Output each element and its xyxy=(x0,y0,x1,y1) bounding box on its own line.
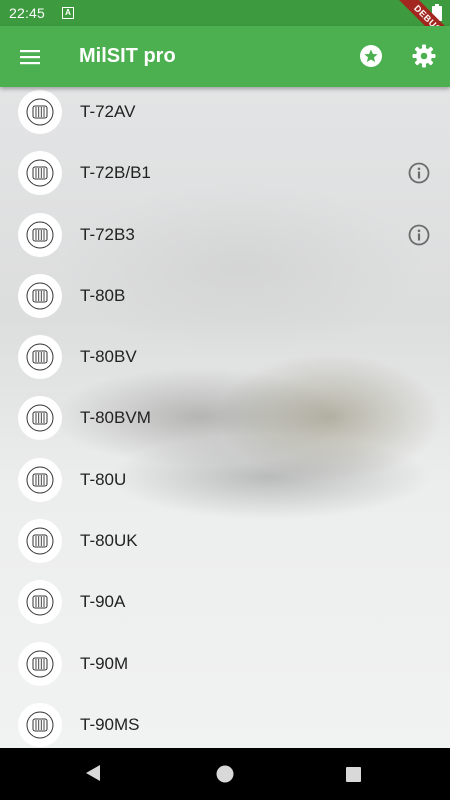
vehicle-avatar xyxy=(18,396,62,441)
list-item-label: T-90M xyxy=(80,653,129,673)
menu-icon[interactable] xyxy=(18,45,42,69)
vehicle-symbol-icon xyxy=(26,282,54,310)
list-item-t-90m[interactable]: T-90M xyxy=(0,634,450,695)
system-nav-bar xyxy=(0,748,450,800)
list-item-t-80bvm[interactable]: T-80BVM xyxy=(0,388,450,449)
vehicle-symbol-icon xyxy=(26,98,54,126)
vehicle-symbol-icon xyxy=(26,343,54,371)
vehicle-avatar xyxy=(18,151,62,196)
list-item-label: T-72AV xyxy=(80,102,136,121)
notification-icon: A xyxy=(62,7,74,19)
star-icon[interactable] xyxy=(359,44,383,68)
info-icon[interactable] xyxy=(408,224,430,246)
list-item-t-80b[interactable]: T-80B xyxy=(0,266,450,327)
list-item-label: T-72B/B1 xyxy=(80,163,151,183)
list-item-t-90ms[interactable]: T-90MS xyxy=(0,695,450,748)
info-icon[interactable] xyxy=(408,162,430,184)
list-item-t-80bv[interactable]: T-80BV xyxy=(0,327,450,388)
vehicle-avatar xyxy=(18,457,62,502)
list-item-t-72b3[interactable]: T-72B3 xyxy=(0,205,450,266)
status-time: 22:45 xyxy=(9,5,46,21)
list-item-label: T-90A xyxy=(80,592,126,612)
vehicle-symbol-icon xyxy=(26,650,54,678)
list-item-label: T-80UK xyxy=(80,531,138,551)
vehicle-symbol-icon xyxy=(26,466,54,494)
vehicle-avatar xyxy=(18,580,62,625)
list-item-label: T-72B3 xyxy=(80,224,135,244)
list-item-label: T-80BVM xyxy=(80,408,151,428)
list-item-t-80u[interactable]: T-80U xyxy=(0,450,450,511)
vehicle-symbol-icon xyxy=(26,527,54,555)
back-icon[interactable] xyxy=(84,764,102,782)
vehicle-avatar xyxy=(18,90,62,134)
list-item-label: T-80B xyxy=(80,285,126,305)
vehicle-symbol-icon xyxy=(26,159,54,187)
vehicle-avatar xyxy=(18,702,62,747)
status-bar: 22:45 A DEBUG xyxy=(0,0,450,57)
app-bar: MilSIT pro xyxy=(0,26,450,87)
vehicle-list-panel: T-72AV T-72B/B1 T-72B3 T-80B T-80BV T-80… xyxy=(0,87,450,748)
app-title: MilSIT pro xyxy=(79,45,176,67)
list-item-t-80uk[interactable]: T-80UK xyxy=(0,511,450,572)
list-item-t-90a[interactable]: T-90A xyxy=(0,572,450,633)
vehicle-list: T-72AV T-72B/B1 T-72B3 T-80B T-80BV T-80… xyxy=(0,87,450,748)
vehicle-symbol-icon xyxy=(26,588,54,616)
list-item-label: T-80BV xyxy=(80,347,137,367)
vehicle-symbol-icon xyxy=(26,404,54,432)
gear-icon[interactable] xyxy=(412,44,436,68)
list-item-label: T-80U xyxy=(80,469,127,489)
home-icon[interactable] xyxy=(216,765,234,783)
list-item-label: T-90MS xyxy=(80,714,140,734)
vehicle-symbol-icon xyxy=(26,221,54,249)
list-item-t-72b-b1[interactable]: T-72B/B1 xyxy=(0,143,450,204)
vehicle-avatar xyxy=(18,212,62,257)
vehicle-avatar xyxy=(18,335,62,380)
vehicle-avatar xyxy=(18,273,62,318)
list-item-t-72av[interactable]: T-72AV xyxy=(0,87,450,143)
vehicle-symbol-icon xyxy=(26,711,54,739)
vehicle-avatar xyxy=(18,519,62,564)
vehicle-avatar xyxy=(18,641,62,686)
recents-icon[interactable] xyxy=(346,767,361,782)
